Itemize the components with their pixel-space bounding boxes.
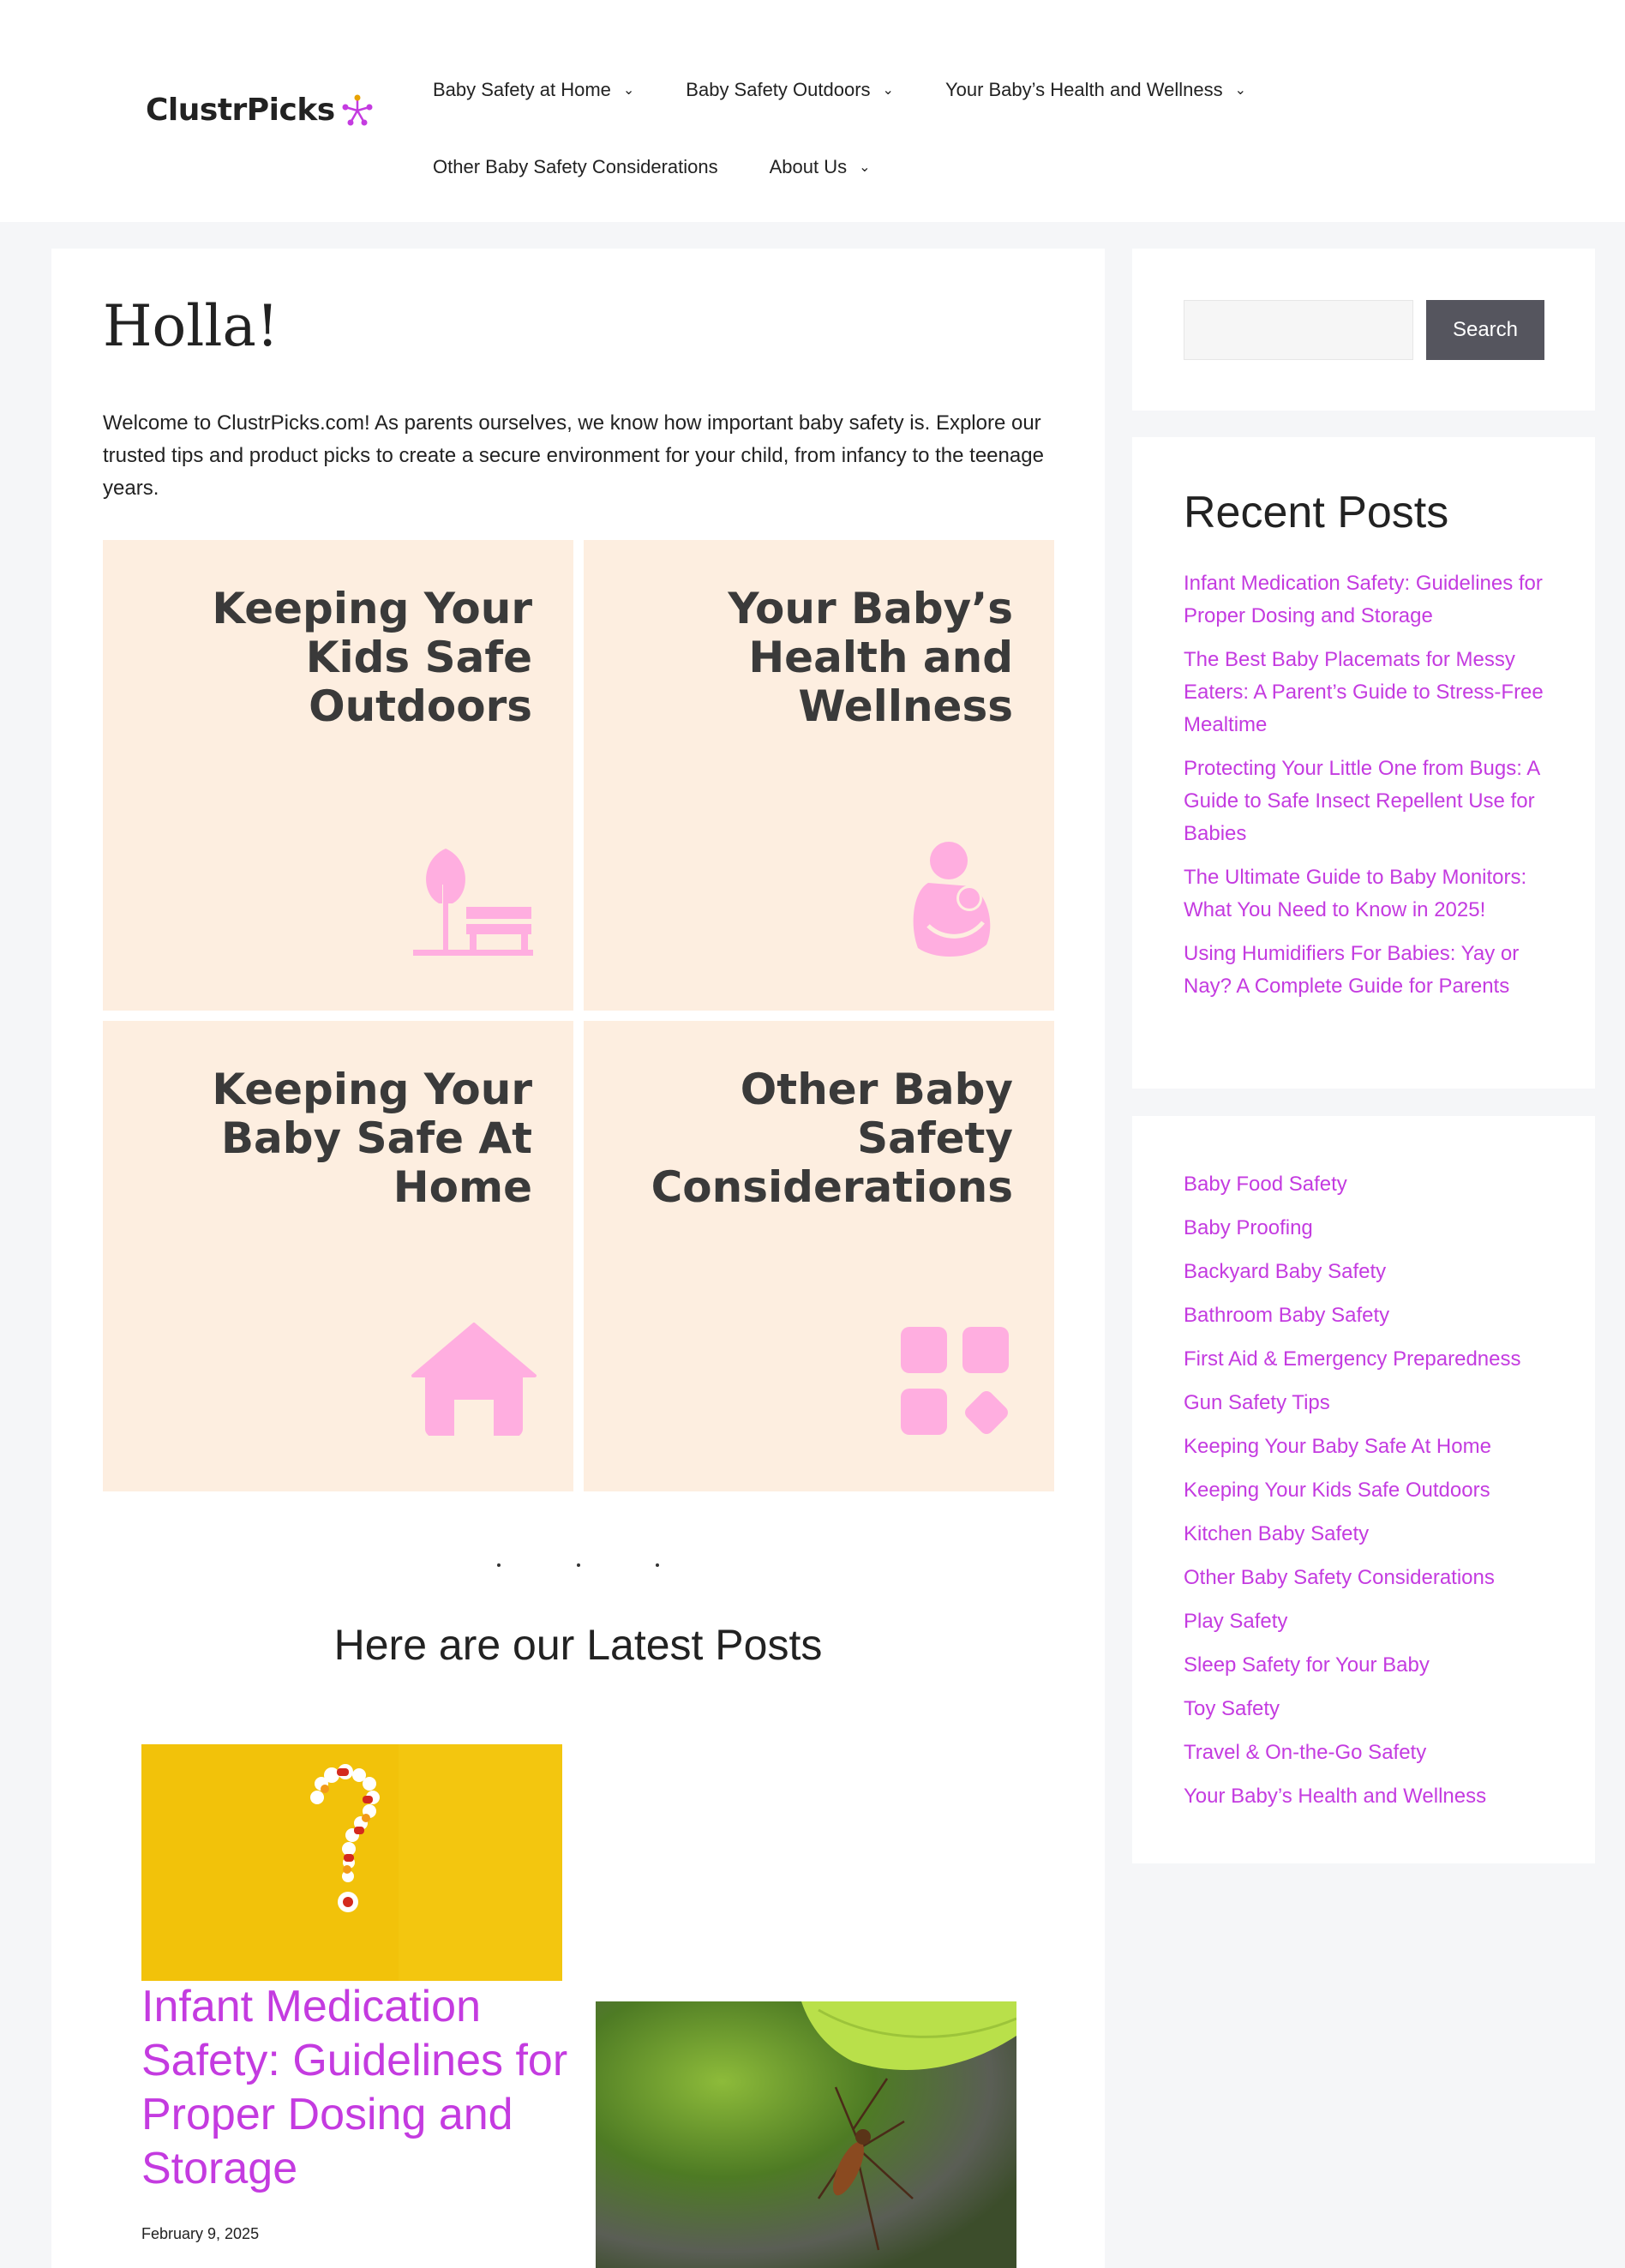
post-thumbnail-pills[interactable] [141,1744,562,1981]
recent-post-link[interactable]: Using Humidifiers For Babies: Yay or Nay… [1184,938,1552,1003]
mother-baby-icon [913,842,991,957]
category-link[interactable]: Kitchen Baby Safety [1184,1518,1552,1551]
category-link[interactable]: Play Safety [1184,1605,1552,1638]
recent-posts-list: Infant Medication Safety: Guidelines for… [1184,567,1552,1014]
sidebar-recent-posts-widget: Recent Posts Infant Medication Safety: G… [1132,437,1595,1089]
post-date: February 9, 2025 [141,2225,260,2242]
category-link[interactable]: Gun Safety Tips [1184,1387,1552,1419]
category-tile-health[interactable]: Your Baby’s Health and Wellness [584,540,1054,1011]
category-link[interactable]: Backyard Baby Safety [1184,1256,1552,1288]
category-link[interactable]: Keeping Your Baby Safe At Home [1184,1431,1552,1463]
pills-question-mark-image [141,1744,562,1981]
nav-label: Baby Safety at Home [433,79,611,100]
page-title: Holla! [103,293,279,359]
chevron-down-icon: ⌄ [882,83,894,98]
post-thumbnail-mosquito[interactable] [596,2001,1016,2268]
recent-posts-heading: Recent Posts [1184,488,1449,537]
category-link[interactable]: Your Baby’s Health and Wellness [1184,1780,1552,1813]
logo-sparkle-icon [342,94,373,125]
nav-label: Your Baby’s Health and Wellness [944,79,1223,100]
tile-title: Your Baby’s Health and Wellness [728,584,1013,731]
main-content: Holla! Welcome to ClustrPicks.com! As pa… [51,249,1105,2268]
nav-item-about-us[interactable]: About Us ⌄ [770,156,871,178]
category-link[interactable]: First Aid & Emergency Preparedness [1184,1343,1552,1376]
category-link[interactable]: Keeping Your Kids Safe Outdoors [1184,1474,1552,1507]
main-nav: Baby Safety at Home ⌄ Baby Safety Outdoo… [433,51,1376,206]
nav-label: About Us [769,156,848,177]
park-bench-tree-icon [413,849,533,956]
sidebar-categories-widget: Baby Food Safety Baby Proofing Backyard … [1132,1116,1595,1863]
category-link[interactable]: Other Baby Safety Considerations [1184,1562,1552,1594]
nav-item-baby-safety-outdoors[interactable]: Baby Safety Outdoors ⌄ [686,79,894,101]
category-link[interactable]: Baby Food Safety [1184,1168,1552,1201]
intro-text: Welcome to ClustrPicks.com! As parents o… [103,411,1044,500]
search-input[interactable] [1184,300,1413,360]
site-logo[interactable]: ClustrPicks [146,93,375,128]
recent-post-link[interactable]: Protecting Your Little One from Bugs: A … [1184,753,1552,850]
search-button[interactable]: Search [1426,300,1544,360]
category-tile-home[interactable]: Keeping Your Baby Safe At Home [103,1021,573,1491]
tile-title: Keeping Your Kids Safe Outdoors [212,584,532,731]
mosquito-on-leaf-image [596,2001,1016,2268]
tile-title: Other Baby Safety Considerations [651,1065,1013,1212]
category-link[interactable]: Toy Safety [1184,1693,1552,1725]
tile-title: Keeping Your Baby Safe At Home [212,1065,532,1212]
carousel-dot[interactable] [576,1563,580,1567]
category-tile-outdoors[interactable]: Keeping Your Kids Safe Outdoors [103,540,573,1011]
logo-text: ClustrPicks [146,93,335,128]
nav-label: Other Baby Safety Considerations [433,156,718,177]
category-tile-other[interactable]: Other Baby Safety Considerations [584,1021,1054,1491]
site-header: ClustrPicks Baby Safety at Home ⌄ Baby S… [0,0,1625,222]
category-link[interactable]: Bathroom Baby Safety [1184,1299,1552,1332]
chevron-down-icon: ⌄ [622,83,635,98]
category-link[interactable]: Travel & On-the-Go Safety [1184,1737,1552,1769]
nav-label: Baby Safety Outdoors [686,79,871,100]
sidebar-search-widget: Search [1132,249,1595,411]
carousel-dot[interactable] [497,1563,501,1567]
nav-item-other-considerations[interactable]: Other Baby Safety Considerations [433,156,718,178]
carousel-dots [51,1556,1105,1571]
category-link[interactable]: Baby Proofing [1184,1212,1552,1245]
recent-post-link[interactable]: Infant Medication Safety: Guidelines for… [1184,567,1552,633]
house-icon [411,1323,537,1436]
post-title-link[interactable]: Infant Medication Safety: Guidelines for… [141,1980,587,2196]
latest-posts-heading: Here are our Latest Posts [333,1621,823,1669]
recent-post-link[interactable]: The Ultimate Guide to Baby Monitors: Wha… [1184,861,1552,927]
apps-grid-icon [901,1327,1009,1435]
chevron-down-icon: ⌄ [1234,83,1247,98]
categories-list: Baby Food Safety Baby Proofing Backyard … [1184,1168,1552,1824]
nav-item-baby-safety-home[interactable]: Baby Safety at Home ⌄ [433,79,634,101]
category-link[interactable]: Sleep Safety for Your Baby [1184,1649,1552,1682]
nav-item-health-wellness[interactable]: Your Baby’s Health and Wellness ⌄ [945,79,1246,101]
carousel-dot[interactable] [655,1563,659,1567]
recent-post-link[interactable]: The Best Baby Placemats for Messy Eaters… [1184,644,1552,741]
chevron-down-icon: ⌄ [859,160,871,175]
